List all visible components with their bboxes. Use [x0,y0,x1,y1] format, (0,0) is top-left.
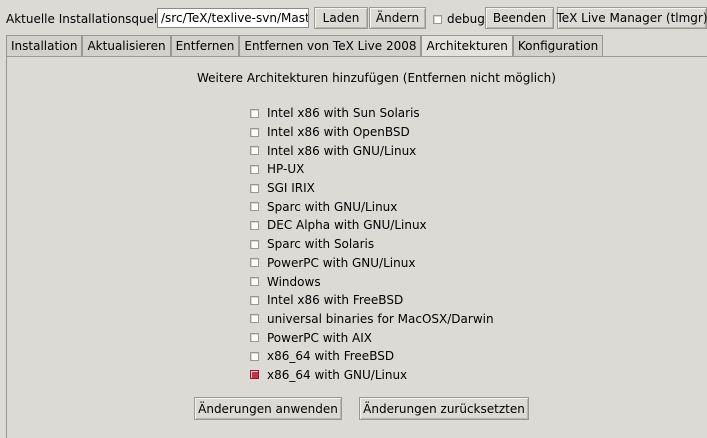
arch-checkbox[interactable] [250,333,259,343]
arch-sparc-solaris[interactable]: Sparc with Solaris [250,235,494,254]
arch-checkbox[interactable] [250,239,259,249]
debug-checkbox[interactable] [433,14,442,24]
arch-label: Intel x86 with Sun Solaris [267,106,420,121]
arch-checkbox[interactable] [250,295,259,305]
arch-intel-x86-openbsd[interactable]: Intel x86 with OpenBSD [250,123,494,142]
arch-label: PowerPC with GNU/Linux [267,255,416,270]
change-button[interactable]: Ändern [369,7,426,29]
arch-universal-darwin[interactable]: universal binaries for MacOSX/Darwin [250,310,494,329]
arch-label: HP-UX [267,162,305,177]
arch-checkbox[interactable] [250,146,259,156]
arch-sgi-irix[interactable]: SGI IRIX [250,179,494,198]
arch-label: x86_64 with FreeBSD [267,349,395,364]
debug-label: debug [447,12,485,26]
arch-checkbox[interactable] [250,183,259,193]
tab-configuration[interactable]: Konfiguration [512,35,604,56]
load-button[interactable]: Laden [314,7,368,29]
arch-label: Sparc with Solaris [267,237,375,252]
arch-intel-x86-freebsd[interactable]: Intel x86 with FreeBSD [250,291,494,310]
arch-label: DEC Alpha with GNU/Linux [267,218,427,233]
arch-label: Intel x86 with GNU/Linux [267,143,417,158]
tab-bar: Installation Aktualisieren Entfernen Ent… [6,35,604,56]
arch-label: SGI IRIX [267,181,315,196]
reset-changes-button[interactable]: Änderungen zurücksetzten [359,397,529,420]
arch-checkbox[interactable] [250,108,259,118]
arch-checkbox[interactable] [250,220,259,230]
arch-powerpc-gnu-linux[interactable]: PowerPC with GNU/Linux [250,254,494,273]
tab-update[interactable]: Aktualisieren [82,35,171,56]
arch-windows[interactable]: Windows [250,272,494,291]
arch-checkbox[interactable] [250,202,259,212]
arch-dec-alpha-gnu-linux[interactable]: DEC Alpha with GNU/Linux [250,216,494,235]
quit-button[interactable]: Beenden [485,7,554,29]
arch-label: x86_64 with GNU/Linux [267,367,408,382]
arch-label: Intel x86 with FreeBSD [267,293,404,308]
arch-x86-64-gnu-linux[interactable]: x86_64 with GNU/Linux [250,366,494,385]
apply-changes-button[interactable]: Änderungen anwenden [194,397,342,420]
arch-x86-64-freebsd[interactable]: x86_64 with FreeBSD [250,347,494,366]
tab-remove[interactable]: Entfernen [170,35,240,56]
arch-label: universal binaries for MacOSX/Darwin [267,311,494,326]
app-button[interactable]: TeX Live Manager (tlmgr) [556,7,707,29]
arch-label: PowerPC with AIX [267,330,372,345]
source-label: Aktuelle Installationsquelle [6,12,169,26]
arch-powerpc-aix[interactable]: PowerPC with AIX [250,328,494,347]
tab-installation[interactable]: Installation [6,35,83,56]
arch-label: Intel x86 with OpenBSD [267,125,410,140]
arch-checkbox[interactable] [250,351,259,361]
debug-toggle[interactable]: debug [433,12,485,26]
arch-checkbox[interactable] [250,314,259,324]
arch-hp-ux[interactable]: HP-UX [250,160,494,179]
source-path-field[interactable]: /src/TeX/texlive-svn/Master [157,8,309,28]
arch-checkbox[interactable] [250,277,259,287]
arch-intel-x86-sun-solaris[interactable]: Intel x86 with Sun Solaris [250,104,494,123]
arch-label: Sparc with GNU/Linux [267,199,398,214]
arch-label: Windows [267,274,321,289]
tab-architectures[interactable]: Architekturen [421,35,513,56]
arch-checkbox[interactable] [250,370,259,380]
tab-remove-texlive-2008[interactable]: Entfernen von TeX Live 2008 [239,35,422,56]
arch-sparc-gnu-linux[interactable]: Sparc with GNU/Linux [250,197,494,216]
arch-checkbox[interactable] [250,164,259,174]
toolbar: Aktuelle Installationsquelle /src/TeX/te… [0,0,707,34]
arch-checkbox[interactable] [250,127,259,137]
panel-heading: Weitere Architekturen hinzufügen (Entfer… [197,71,556,85]
arch-checkbox[interactable] [250,258,259,268]
architecture-list: Intel x86 with Sun Solaris Intel x86 wit… [250,104,494,384]
arch-intel-x86-gnu-linux[interactable]: Intel x86 with GNU/Linux [250,141,494,160]
